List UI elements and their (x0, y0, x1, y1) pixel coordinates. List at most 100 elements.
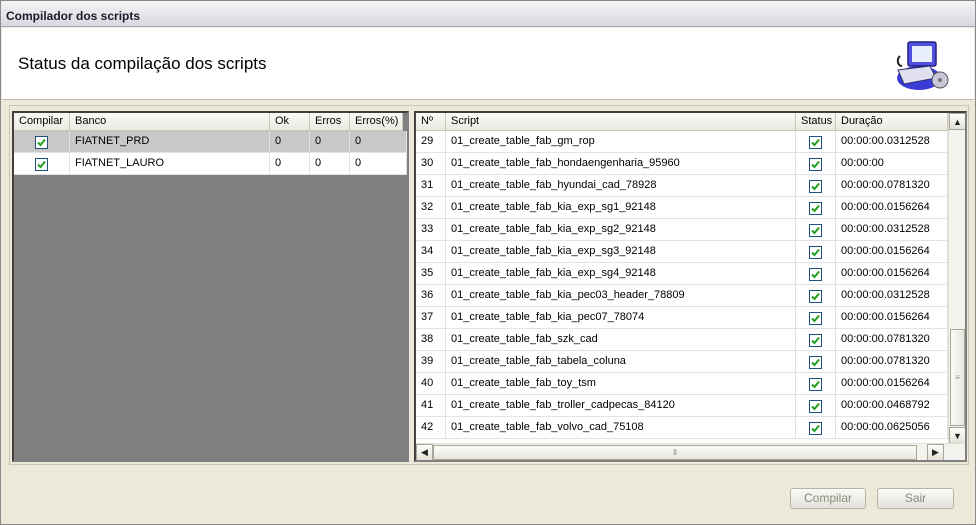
status-checkbox (809, 245, 822, 259)
numero-cell: 38 (416, 329, 446, 351)
table-row[interactable]: 39 01_create_table_fab_tabela_coluna 00:00… (416, 351, 948, 373)
numero-cell: 34 (416, 241, 446, 263)
check-icon (37, 160, 46, 168)
database-grid[interactable]: Compilar Banco Ok Erros Erros(%) FIATNET… (12, 111, 409, 462)
script-cell: 01_create_table_fab_volvo_cad_75108 (446, 417, 796, 439)
col-erros-pct[interactable]: Erros(%) (350, 113, 403, 131)
script-cell: 01_create_table_fab_toy_tsm (446, 373, 796, 395)
compilar-cell[interactable] (14, 131, 70, 153)
vertical-scrollbar[interactable]: ▲ ≡ ▼ (948, 113, 965, 444)
status-cell (796, 263, 836, 285)
script-cell: 01_create_table_fab_kia_exp_sg3_92148 (446, 241, 796, 263)
status-cell (796, 285, 836, 307)
table-row[interactable]: 42 01_create_table_fab_volvo_cad_75108 00:… (416, 417, 948, 439)
duracao-cell: 00:00:00.0625056 (836, 417, 948, 439)
vertical-scroll-thumb[interactable]: ≡ (950, 329, 965, 426)
status-checkbox (809, 135, 822, 149)
table-row[interactable]: 31 01_create_table_fab_hyundai_cad_78928 0… (416, 175, 948, 197)
numero-cell: 31 (416, 175, 446, 197)
col-compilar[interactable]: Compilar (14, 113, 70, 131)
horizontal-scroll-thumb[interactable]: ⦀ (433, 445, 917, 460)
status-checkbox (809, 333, 822, 347)
check-icon (37, 138, 46, 146)
script-cell: 01_create_table_fab_tabela_coluna (446, 351, 796, 373)
col-status[interactable]: Status (796, 113, 836, 131)
table-row[interactable]: 40 01_create_table_fab_toy_tsm 00:00:00.01… (416, 373, 948, 395)
col-duracao[interactable]: Duração (836, 113, 948, 131)
erros-cell: 0 (310, 153, 350, 175)
status-checkbox (809, 377, 822, 391)
scroll-left-button[interactable]: ◀ (416, 444, 433, 460)
scroll-down-button[interactable]: ▼ (949, 427, 965, 444)
table-row[interactable]: 32 01_create_table_fab_kia_exp_sg1_92148 0… (416, 197, 948, 219)
col-ok[interactable]: Ok (270, 113, 310, 131)
scroll-up-button[interactable]: ▲ (949, 113, 965, 130)
erros-pct-cell: 0 (350, 131, 407, 153)
numero-cell: 29 (416, 131, 446, 153)
status-checkbox (809, 223, 822, 237)
banco-cell: FIATNET_PRD (70, 131, 270, 153)
table-row[interactable]: 30 01_create_table_fab_hondaengenharia_95… (416, 153, 948, 175)
duracao-cell: 00:00:00.0781320 (836, 351, 948, 373)
check-icon (811, 248, 820, 256)
table-row[interactable]: 35 01_create_table_fab_kia_exp_sg4_92148 0… (416, 263, 948, 285)
horizontal-scrollbar[interactable]: ◀ ⦀ ▶ (416, 443, 965, 460)
table-row[interactable]: 34 01_create_table_fab_kia_exp_sg3_92148 0… (416, 241, 948, 263)
scripts-grid-header: Nº Script Status Duração (416, 113, 948, 131)
script-cell: 01_create_table_fab_kia_exp_sg2_92148 (446, 219, 796, 241)
table-row[interactable]: FIATNET_PRD 0 0 0 (14, 131, 407, 153)
col-erros[interactable]: Erros (310, 113, 350, 131)
script-cell: 01_create_table_fab_troller_cadpecas_841… (446, 395, 796, 417)
table-row[interactable]: 37 01_create_table_fab_kia_pec07_78074 00:… (416, 307, 948, 329)
col-banco[interactable]: Banco (70, 113, 270, 131)
status-cell (796, 197, 836, 219)
check-icon (811, 358, 820, 366)
col-numero[interactable]: Nº (416, 113, 446, 131)
status-cell (796, 241, 836, 263)
table-row[interactable]: FIATNET_LAURO 0 0 0 (14, 153, 407, 175)
chevron-down-icon: ▼ (953, 430, 962, 441)
table-row[interactable]: 33 01_create_table_fab_kia_exp_sg2_92148 0… (416, 219, 948, 241)
table-row[interactable]: 36 01_create_table_fab_kia_pec03_header_7… (416, 285, 948, 307)
grip-icon: ≡ (955, 373, 960, 382)
ok-cell: 0 (270, 153, 310, 175)
compilar-button[interactable]: Compilar (790, 488, 866, 509)
duracao-cell: 00:00:00.0312528 (836, 285, 948, 307)
duracao-cell: 00:00:00.0312528 (836, 131, 948, 153)
computer-cd-icon (896, 41, 949, 90)
compilar-checkbox[interactable] (35, 157, 48, 171)
duracao-cell: 00:00:00.0312528 (836, 219, 948, 241)
numero-cell: 36 (416, 285, 446, 307)
script-cell: 01_create_table_fab_kia_pec07_78074 (446, 307, 796, 329)
content-panel: Compilar Banco Ok Erros Erros(%) FIATNET… (9, 105, 969, 465)
scripts-grid[interactable]: Nº Script Status Duração 29 01_create_tab… (414, 111, 967, 462)
script-cell: 01_create_table_fab_kia_exp_sg1_92148 (446, 197, 796, 219)
col-script[interactable]: Script (446, 113, 796, 131)
table-row[interactable]: 29 01_create_table_fab_gm_rop 00:00:00.031… (416, 131, 948, 153)
page-title: Status da compilação dos scripts (18, 54, 267, 73)
status-checkbox (809, 267, 822, 281)
check-icon (811, 270, 820, 278)
duracao-cell: 00:00:00.0156264 (836, 263, 948, 285)
status-cell (796, 153, 836, 175)
status-checkbox (809, 355, 822, 369)
table-row[interactable]: 41 01_create_table_fab_troller_cadpecas_8… (416, 395, 948, 417)
compilar-checkbox[interactable] (35, 135, 48, 149)
table-row[interactable]: 38 01_create_table_fab_szk_cad 00:00:00.07… (416, 329, 948, 351)
database-grid-header: Compilar Banco Ok Erros Erros(%) (14, 113, 403, 131)
status-checkbox (809, 179, 822, 193)
status-cell (796, 175, 836, 197)
check-icon (811, 402, 820, 410)
chevron-right-icon: ▶ (932, 447, 939, 457)
sair-button[interactable]: Sair (877, 488, 954, 509)
compilar-cell[interactable] (14, 153, 70, 175)
status-checkbox (809, 289, 822, 303)
window-title: Compilador dos scripts (1, 1, 975, 27)
scripts-rows: 29 01_create_table_fab_gm_rop 00:00:00.031… (416, 131, 948, 439)
ok-cell: 0 (270, 131, 310, 153)
scroll-right-button[interactable]: ▶ (927, 444, 944, 460)
duracao-cell: 00:00:00.0781320 (836, 175, 948, 197)
duracao-cell: 00:00:00.0156264 (836, 197, 948, 219)
numero-cell: 32 (416, 197, 446, 219)
check-icon (811, 160, 820, 168)
